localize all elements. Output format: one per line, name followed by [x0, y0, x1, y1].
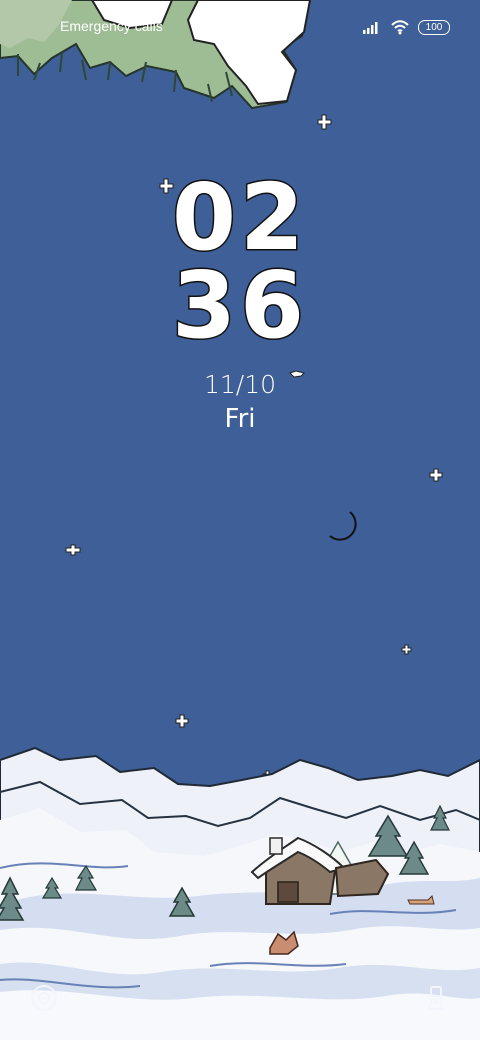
- lock-screen: Emergency calls 100 02 36 11/10 Fri: [0, 0, 480, 1040]
- camera-icon[interactable]: [30, 984, 58, 1012]
- battery-indicator: 100: [418, 19, 450, 35]
- date-label: 11/10: [203, 370, 277, 399]
- snowy-mountains: [0, 746, 480, 1040]
- clock-minute-row: 36: [0, 251, 480, 361]
- day-label: Fri: [224, 404, 256, 434]
- winter-wallpaper: [0, 0, 480, 1040]
- flashlight-icon[interactable]: [422, 984, 450, 1012]
- clock-minute: 36: [170, 251, 309, 361]
- status-bar-right: 100: [362, 19, 450, 35]
- signal-icon: [363, 22, 378, 34]
- wifi-icon: [391, 20, 409, 35]
- emergency-calls-label[interactable]: Emergency calls: [60, 18, 163, 34]
